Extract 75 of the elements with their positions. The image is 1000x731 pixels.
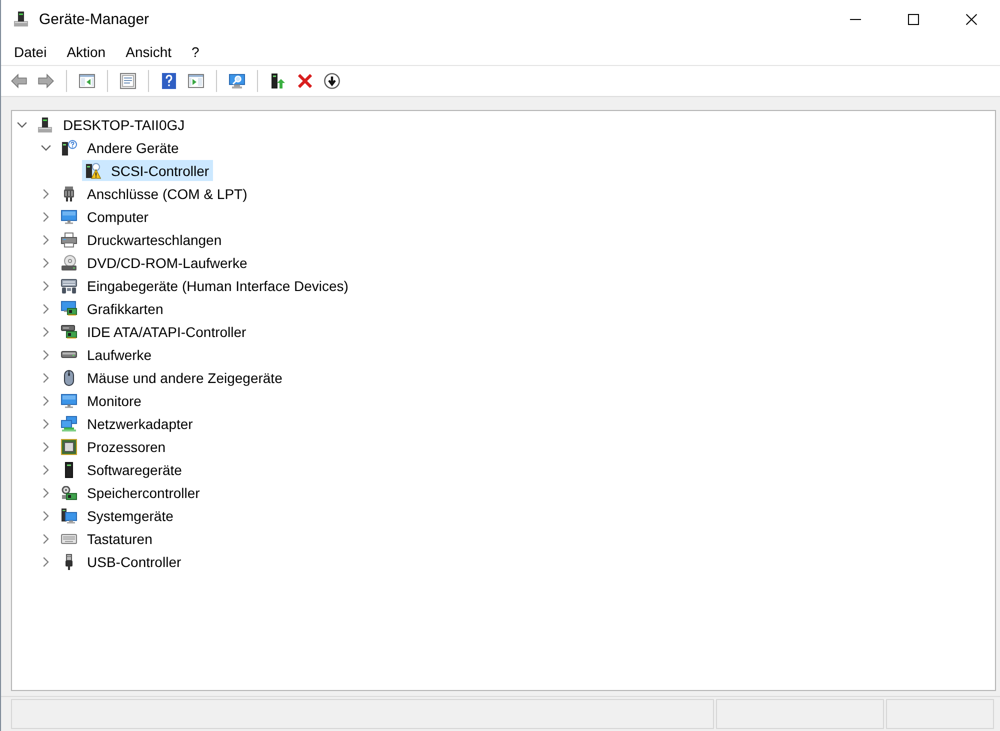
printer-icon: [61, 232, 77, 248]
tree-item[interactable]: SCSI-Controller: [82, 160, 214, 181]
tree-item[interactable]: Netzwerkadapter: [58, 413, 197, 434]
monitor-icon: [61, 394, 77, 408]
forward-arrow-icon: [38, 73, 54, 89]
chevron-right-icon[interactable]: [43, 510, 49, 520]
cross-icon: [298, 74, 312, 88]
network-computer-icon: [13, 11, 29, 27]
chevron-down-icon[interactable]: [17, 122, 27, 128]
chevron-right-icon[interactable]: [43, 534, 49, 544]
usb-plug-icon: [65, 554, 73, 570]
tree-item[interactable]: Softwaregeräte: [58, 459, 186, 480]
device-question-icon: [61, 140, 77, 156]
chevron-right-icon[interactable]: [43, 326, 49, 336]
keyboard-icon: [61, 534, 77, 544]
graphics-card-icon: [61, 301, 77, 316]
chevron-right-icon[interactable]: [43, 188, 49, 198]
chevron-right-icon[interactable]: [43, 396, 49, 406]
down-arrow-circle-icon: [324, 73, 340, 89]
processor-chip-icon: [61, 438, 77, 454]
network-adapter-icon: [61, 416, 77, 432]
tree-item[interactable]: Anschlüsse (COM & LPT): [58, 183, 252, 204]
chevron-right-icon[interactable]: [43, 280, 49, 290]
chevron-right-icon[interactable]: [43, 464, 49, 474]
tree-item[interactable]: DVD/CD-ROM-Laufwerke: [58, 252, 252, 273]
tree-item[interactable]: Eingabegeräte (Human Interface Devices): [58, 275, 352, 296]
tree-item[interactable]: Prozessoren: [58, 436, 170, 457]
controller-card-icon: [61, 324, 77, 338]
monitor-icon: [61, 210, 77, 224]
chevron-right-icon[interactable]: [43, 372, 49, 382]
tree-item[interactable]: USB-Controller: [58, 551, 186, 572]
monitor-magnifier-icon: [229, 74, 245, 88]
drive-icon: [61, 351, 77, 358]
tree-item[interactable]: Druckwarteschlangen: [58, 229, 226, 250]
tree-item[interactable]: Tastaturen: [58, 528, 156, 549]
chevron-right-icon[interactable]: [43, 212, 49, 222]
chevron-right-icon[interactable]: [43, 304, 49, 314]
close-icon: [966, 14, 976, 24]
tree-item[interactable]: Mäuse und andere Zeigegeräte: [58, 367, 286, 388]
tower-up-arrow-icon: [271, 73, 285, 89]
chevron-right-icon[interactable]: [43, 556, 49, 566]
chevron-right-icon[interactable]: [43, 418, 49, 428]
tower-icon: [65, 462, 73, 478]
back-arrow-icon: [11, 73, 27, 89]
menu-item[interactable]: ?: [182, 40, 210, 62]
tree-item[interactable]: Andere Geräte: [58, 137, 183, 158]
storage-controller-icon: [61, 486, 77, 500]
tree-item[interactable]: Computer: [58, 206, 152, 227]
tree-item[interactable]: IDE ATA/ATAPI-Controller: [58, 321, 250, 342]
maximize-icon: [908, 14, 918, 24]
input-device-icon: [61, 278, 77, 294]
tree-item[interactable]: Grafikkarten: [58, 298, 168, 319]
chevron-right-icon[interactable]: [43, 258, 49, 268]
chevron-down-icon[interactable]: [41, 144, 51, 150]
chevron-right-icon[interactable]: [43, 488, 49, 498]
chevron-right-icon[interactable]: [43, 350, 49, 360]
properties-sheet-icon: [120, 73, 136, 89]
tree-item[interactable]: Monitore: [58, 390, 146, 411]
mouse-icon: [64, 370, 74, 386]
port-connector-icon: [64, 186, 74, 202]
chevron-right-icon[interactable]: [43, 442, 49, 452]
chevron-right-icon[interactable]: [43, 234, 49, 244]
tree-item[interactable]: DESKTOP-TAII0GJ: [34, 114, 189, 135]
minimize-icon: [850, 18, 860, 20]
network-computer-icon: [37, 116, 53, 132]
tree-item[interactable]: Laufwerke: [58, 344, 156, 365]
menu-item[interactable]: Aktion: [56, 40, 116, 62]
menu-item[interactable]: Ansicht: [116, 40, 182, 62]
window-title: Geräte-Manager: [39, 10, 150, 28]
menu-item[interactable]: Datei: [4, 40, 57, 62]
disc-drive-icon: [61, 254, 77, 270]
help-icon: [162, 73, 176, 89]
system-computer-icon: [61, 508, 77, 524]
tree-item[interactable]: Speichercontroller: [58, 482, 204, 503]
tree-item[interactable]: Systemgeräte: [58, 505, 178, 526]
